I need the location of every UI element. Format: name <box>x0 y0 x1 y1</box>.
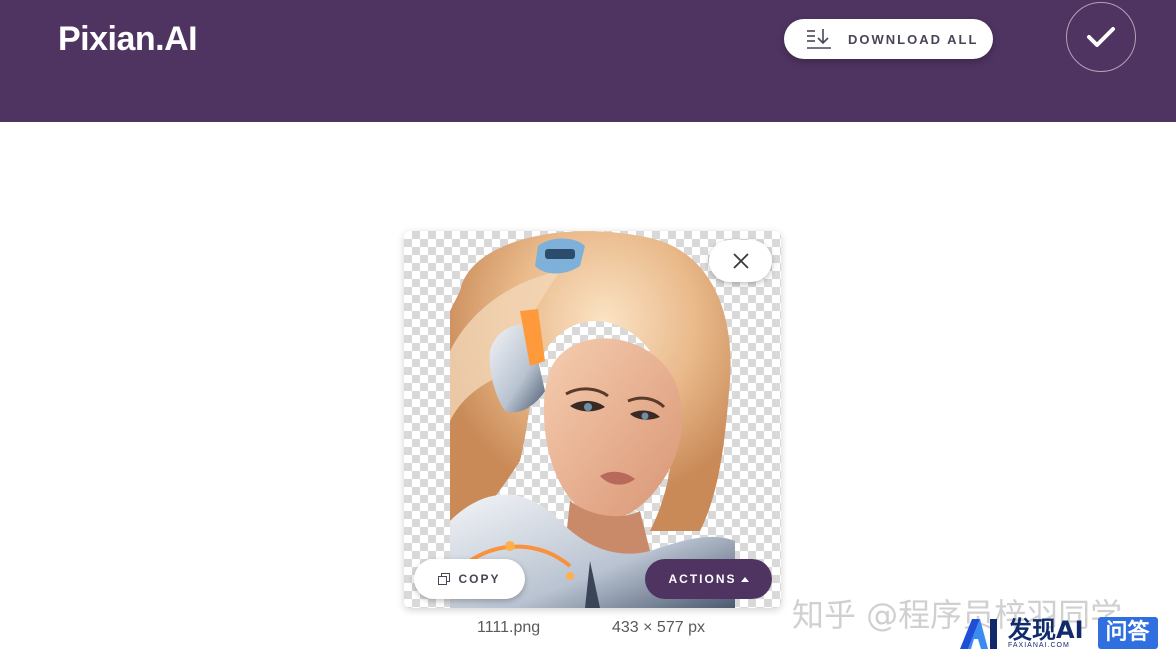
copy-icon <box>438 573 451 585</box>
download-icon <box>807 29 831 49</box>
watermark-brand-sub: FAXIANAI.COM <box>1008 641 1070 649</box>
watermark-brand: 发现AI FAXIANAI.COM <box>1008 618 1084 649</box>
app-logo[interactable]: Pixian.AI <box>58 20 198 59</box>
actions-label: ACTIONS <box>668 572 737 586</box>
close-icon <box>732 253 749 269</box>
ai-logo-icon <box>960 619 997 649</box>
image-dimensions: 433 × 577 px <box>612 619 705 636</box>
watermark-badge: 发现AI FAXIANAI.COM 问答 <box>960 616 1158 650</box>
file-name: 1111.png <box>477 619 541 636</box>
result-card: COPY ACTIONS <box>404 231 781 608</box>
cutout-image <box>450 231 735 608</box>
app-header: Pixian.AI DOWNLOAD ALL <box>0 0 1176 122</box>
done-button[interactable] <box>1066 2 1136 72</box>
copy-button[interactable]: COPY <box>414 559 525 599</box>
download-all-label: DOWNLOAD ALL <box>848 31 979 47</box>
watermark-qa-label: 问答 <box>1097 617 1158 649</box>
watermark-brand-main: 发现AI <box>1008 615 1084 644</box>
copy-label: COPY <box>458 572 501 586</box>
close-button[interactable] <box>709 240 772 282</box>
caret-up-icon <box>740 576 749 582</box>
checkmark-icon <box>1087 27 1115 47</box>
download-all-button[interactable]: DOWNLOAD ALL <box>784 19 993 59</box>
actions-button[interactable]: ACTIONS <box>645 559 772 599</box>
